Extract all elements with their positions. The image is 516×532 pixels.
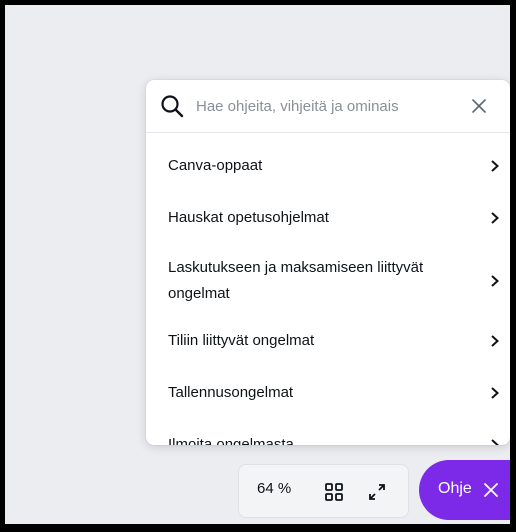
help-topic-list: Canva-oppaat Hauskat opetusohjelmat Lask… [146,132,510,445]
help-topic-report-problem[interactable]: Ilmoita ongelmasta [146,421,510,445]
zoom-toolbar: 64 % [238,464,409,518]
help-topic-label: Tallennusongelmat [168,384,294,401]
close-icon[interactable] [471,98,487,114]
chevron-right-icon [491,387,499,399]
help-topic-label: Hauskat opetusohjelmat [168,209,329,226]
help-topic-account[interactable]: Tiliin liittyvät ongelmat [146,317,510,365]
help-topic-billing[interactable]: Laskutukseen ja maksamiseen liittyvät on… [146,250,510,312]
search-icon [161,95,184,118]
help-panel: Canva-oppaat Hauskat opetusohjelmat Lask… [146,80,510,445]
chevron-right-icon [491,160,499,172]
help-button-label: Ohje [438,480,472,497]
help-topic-saving[interactable]: Tallennusongelmat [146,369,510,417]
help-button[interactable]: Ohje [419,460,510,520]
close-icon [484,483,498,497]
help-topic-label: Tiliin liittyvät ongelmat [168,332,315,349]
chevron-right-icon [491,439,499,445]
help-topic-canva-guides[interactable]: Canva-oppaat [146,142,510,190]
chevron-right-icon [491,335,499,347]
zoom-level[interactable]: 64 % [257,480,291,497]
help-topic-label: Canva-oppaat [168,157,263,174]
grid-view-icon[interactable] [324,482,344,502]
help-search-input[interactable] [196,93,448,119]
help-topic-label: Ilmoita ongelmasta [168,436,294,445]
chevron-right-icon [491,212,499,224]
editor-canvas-area: Canva-oppaat Hauskat opetusohjelmat Lask… [0,0,516,532]
fullscreen-icon[interactable] [367,482,387,502]
chevron-right-icon [491,275,499,287]
help-topic-label: Laskutukseen ja maksamiseen liittyvät on… [168,259,424,302]
help-topic-tutorials[interactable]: Hauskat opetusohjelmat [146,194,510,242]
help-search-bar [146,80,510,133]
